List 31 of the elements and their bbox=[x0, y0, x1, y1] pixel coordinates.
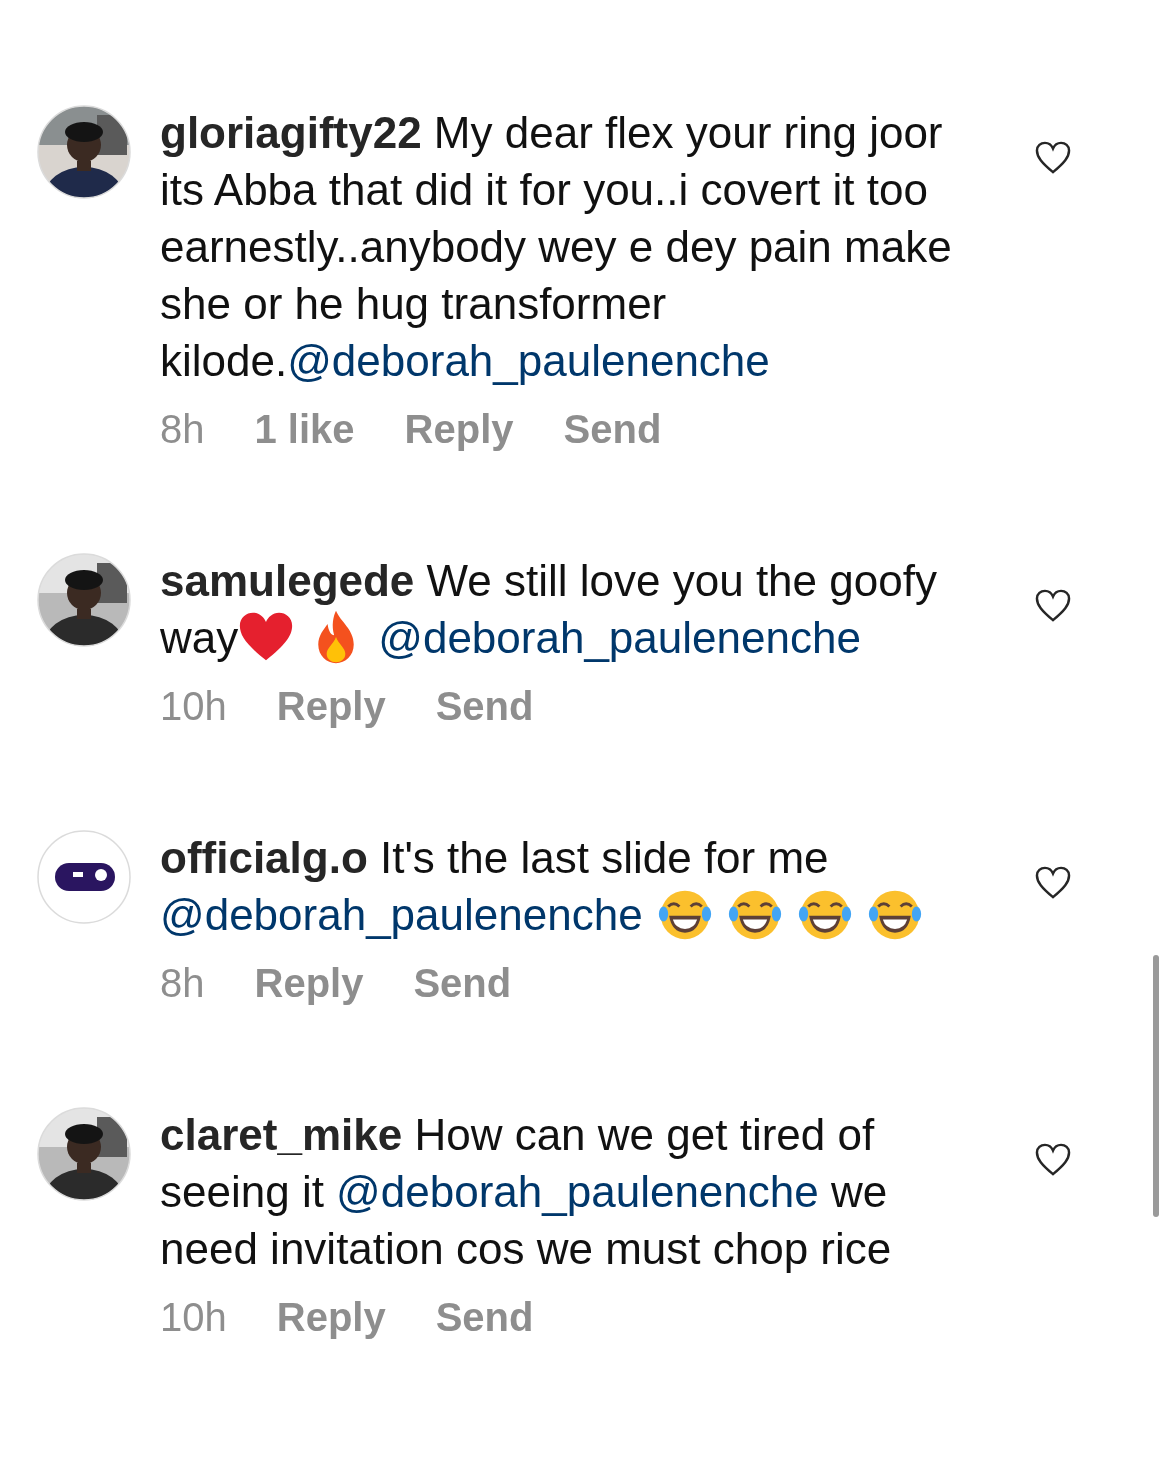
like-heart-icon[interactable] bbox=[1034, 866, 1072, 900]
mention-link[interactable]: @deborah_paulenenche bbox=[160, 890, 643, 939]
username-link[interactable]: samulegede bbox=[160, 556, 415, 605]
scrollbar[interactable] bbox=[1153, 955, 1159, 1217]
comment-text: officialg.o It's the last slide for me @deborah_paulenenche bbox=[160, 829, 990, 943]
reply-link[interactable]: Reply bbox=[254, 961, 364, 1006]
comment-text: claret_mike How can we get tired of seeing it @deborah_paulenenche we need invitation cos we must chop rice bbox=[160, 1109, 893, 1275]
mention-link[interactable]: @deborah_paulenenche bbox=[336, 1167, 819, 1216]
like-heart-icon[interactable] bbox=[1034, 589, 1072, 623]
reply-link[interactable]: Reply bbox=[276, 684, 386, 729]
comment-text: samulegede We still love you the goofy way @deborah_paulenenche bbox=[160, 552, 990, 666]
mention-link[interactable]: @deborah_paulenenche bbox=[287, 336, 770, 385]
username-link[interactable]: officialg.o bbox=[160, 833, 368, 882]
comment-time: 10h bbox=[160, 684, 227, 729]
comment-time: 10h bbox=[160, 1295, 227, 1340]
send-link[interactable]: Send bbox=[435, 684, 534, 729]
comment-time: 8h bbox=[160, 961, 205, 1006]
comment-text: gloriagifty22 My dear flex your ring joor its Abba that did it for you..i covert it too earnestly..anybody wey e dey pain make she or he hug transformer kilode.@deborah_paulenenche bbox=[160, 107, 953, 387]
comment-time: 8h bbox=[160, 407, 205, 452]
reply-link[interactable]: Reply bbox=[404, 407, 514, 452]
like-heart-icon[interactable] bbox=[1034, 1143, 1072, 1177]
username-link[interactable]: claret_mike bbox=[160, 1110, 403, 1159]
reply-link[interactable]: Reply bbox=[276, 1295, 386, 1340]
like-heart-icon[interactable] bbox=[1034, 141, 1072, 175]
send-link[interactable]: Send bbox=[435, 1295, 534, 1340]
send-link[interactable]: Send bbox=[413, 961, 512, 1006]
username-link[interactable]: gloriagifty22 bbox=[160, 108, 422, 157]
mention-link[interactable]: @deborah_paulenenche bbox=[378, 613, 861, 662]
send-link[interactable]: Send bbox=[563, 407, 662, 452]
logo-avatar-icon bbox=[37, 830, 131, 924]
likes-link[interactable]: 1 like bbox=[254, 407, 355, 452]
